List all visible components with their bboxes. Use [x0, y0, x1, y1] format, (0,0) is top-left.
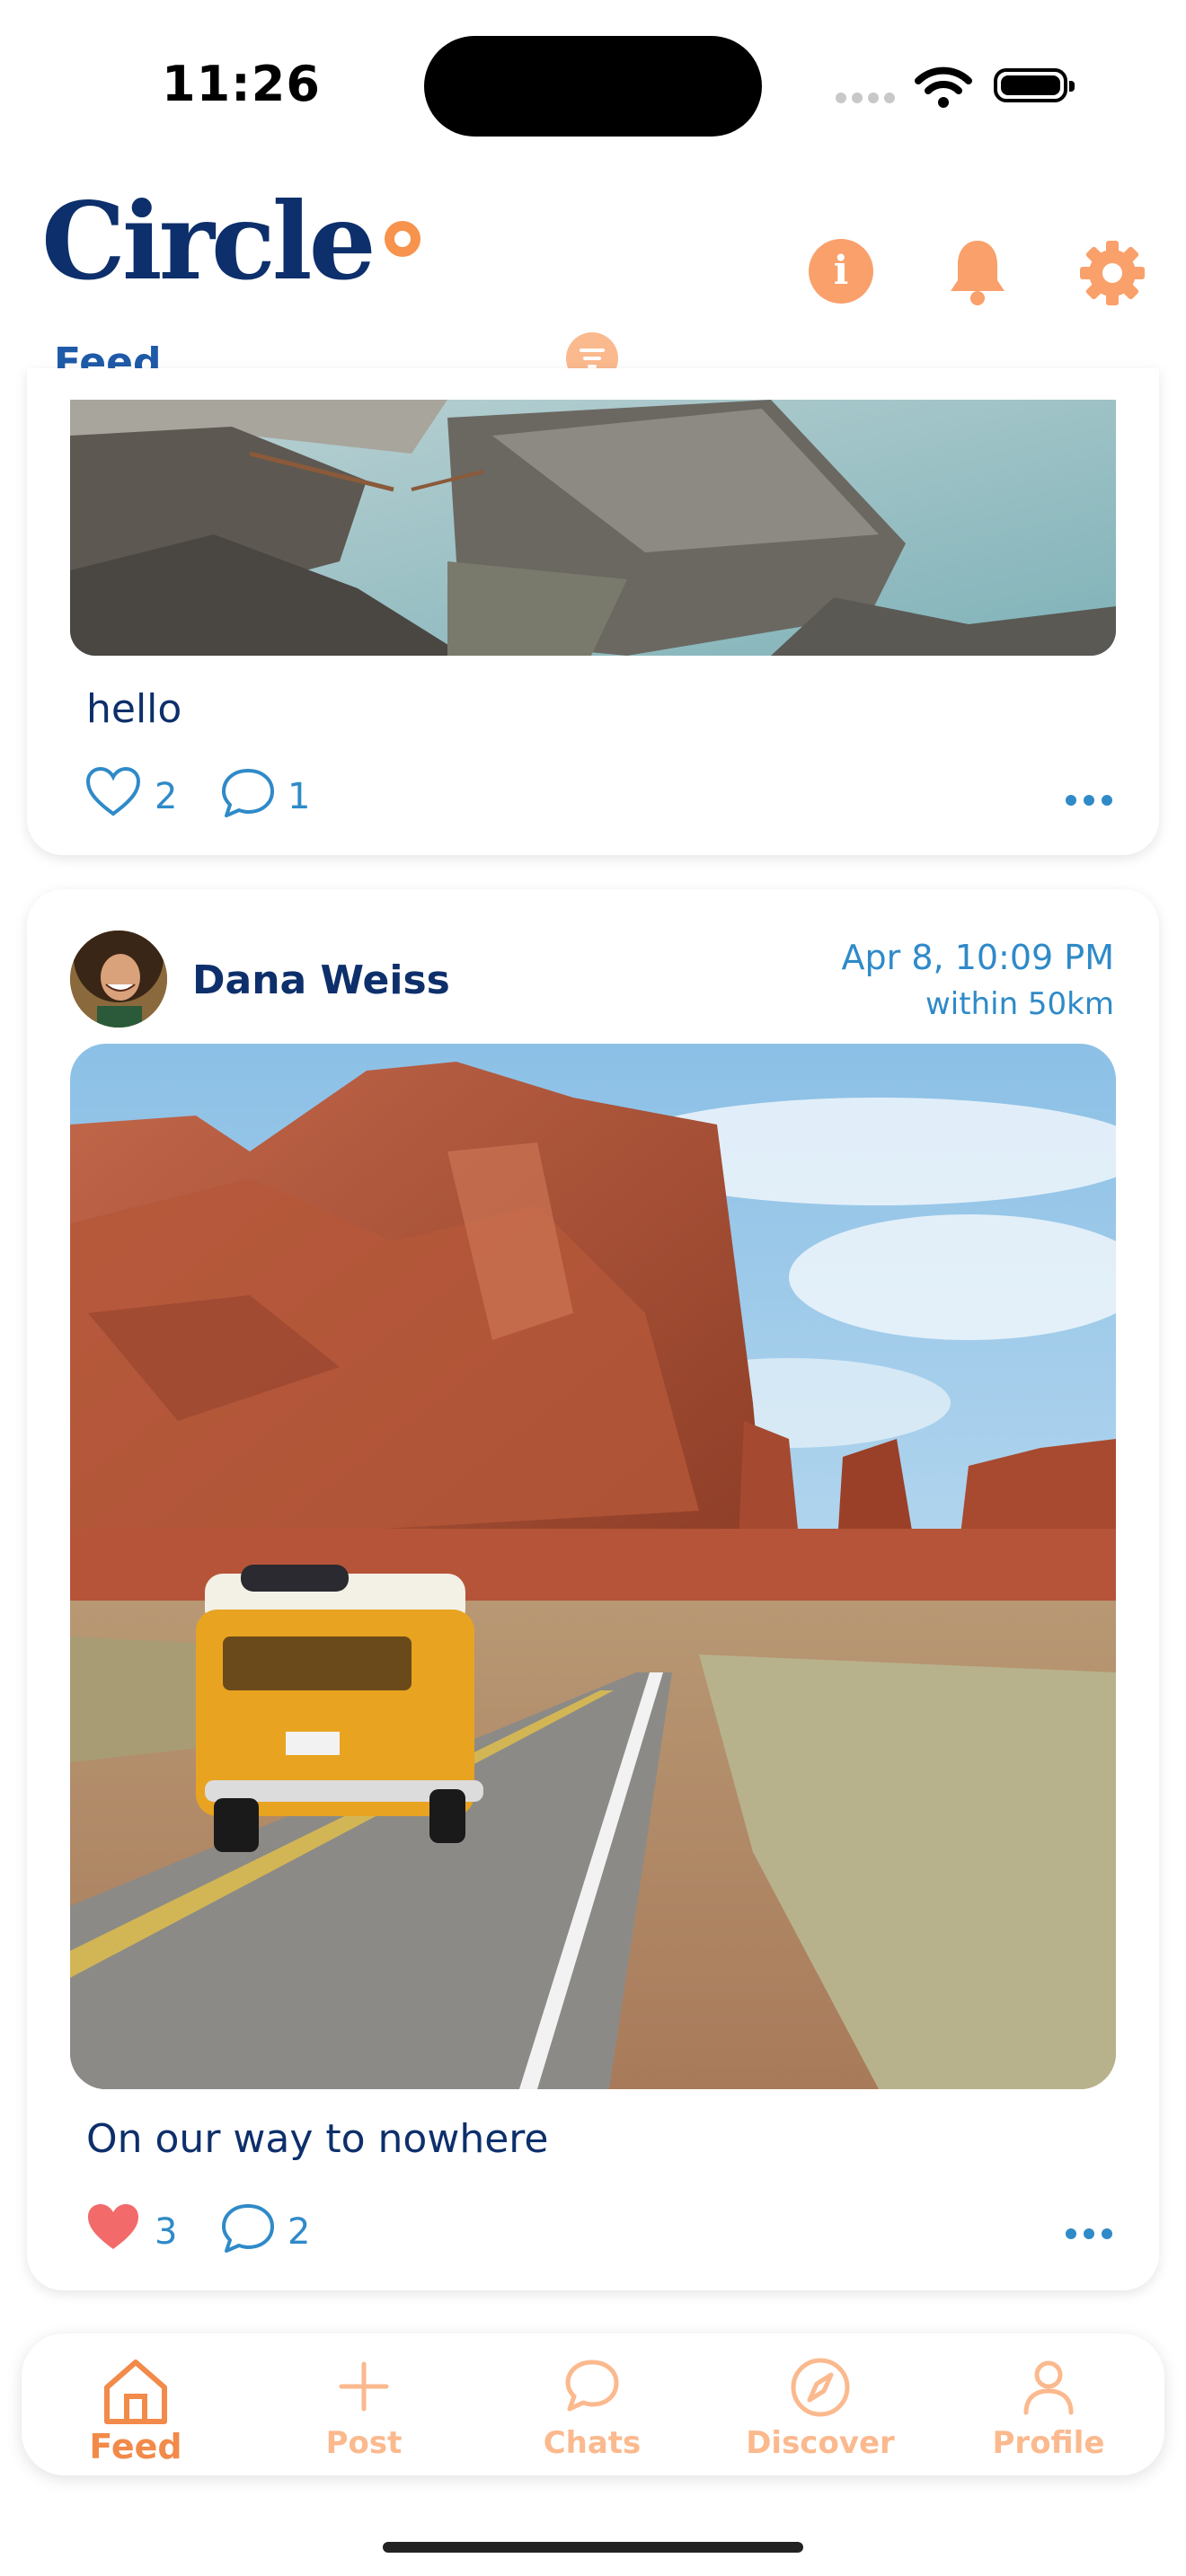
wifi-icon: [915, 65, 972, 113]
post-photo[interactable]: [70, 1044, 1116, 2089]
plus-icon: [339, 2361, 389, 2412]
post-timestamp: Apr 8, 10:09 PM: [841, 938, 1114, 977]
logo-ring-icon: [385, 221, 420, 257]
dynamic-island: [424, 36, 762, 137]
tab-feed[interactable]: Feed: [22, 2333, 250, 2475]
battery-icon: [994, 68, 1075, 102]
author-name[interactable]: Dana Weiss: [192, 957, 450, 1003]
tab-discover[interactable]: Discover: [706, 2333, 934, 2475]
person-icon: [1023, 2360, 1074, 2415]
avatar[interactable]: [70, 931, 167, 1028]
post-distance: within 50km: [925, 986, 1114, 1022]
notifications-button[interactable]: [945, 235, 1010, 311]
home-icon: [104, 2360, 167, 2424]
heart-outline-icon: [85, 766, 141, 816]
tab-label: Chats: [543, 2425, 642, 2461]
post-caption: On our way to nowhere: [86, 2116, 549, 2162]
gear-icon: [1080, 241, 1145, 305]
compass-icon: [791, 2358, 850, 2417]
heart-filled-icon: [88, 2204, 138, 2249]
chat-bubble-icon: [222, 769, 274, 817]
post-photo[interactable]: [70, 400, 1116, 656]
tab-profile[interactable]: Profile: [934, 2333, 1163, 2475]
chat-bubble-icon: [565, 2360, 619, 2412]
status-bar: 11:26: [0, 0, 1186, 162]
more-options-button[interactable]: [1066, 792, 1120, 809]
chat-bubble-icon: [222, 2204, 274, 2253]
like-count: 2: [155, 776, 178, 817]
tab-bar: Feed Post Chats Discover Profile: [22, 2333, 1164, 2475]
cellular-signal-icon: [836, 90, 900, 107]
home-indicator[interactable]: [383, 2542, 803, 2553]
post-caption: hello: [86, 686, 182, 732]
more-options-button[interactable]: [1066, 2226, 1120, 2243]
comment-count: 2: [288, 2211, 311, 2253]
like-button[interactable]: [84, 765, 142, 823]
status-time: 11:26: [162, 56, 321, 112]
tab-label: Profile: [992, 2425, 1105, 2461]
tab-label: Post: [325, 2425, 403, 2461]
settings-button[interactable]: [1076, 237, 1148, 313]
bell-icon: [951, 241, 1005, 305]
tab-label: Feed: [89, 2427, 182, 2466]
tab-chats[interactable]: Chats: [478, 2333, 706, 2475]
comment-button[interactable]: [219, 765, 277, 825]
app-logo: Circle: [41, 179, 376, 304]
tab-post[interactable]: Post: [250, 2333, 478, 2475]
tab-label: Discover: [746, 2425, 895, 2461]
info-button[interactable]: i: [809, 239, 873, 304]
like-button[interactable]: [84, 2201, 142, 2258]
like-count: 3: [155, 2211, 178, 2253]
comment-count: 1: [288, 776, 311, 817]
comment-button[interactable]: [219, 2201, 277, 2260]
